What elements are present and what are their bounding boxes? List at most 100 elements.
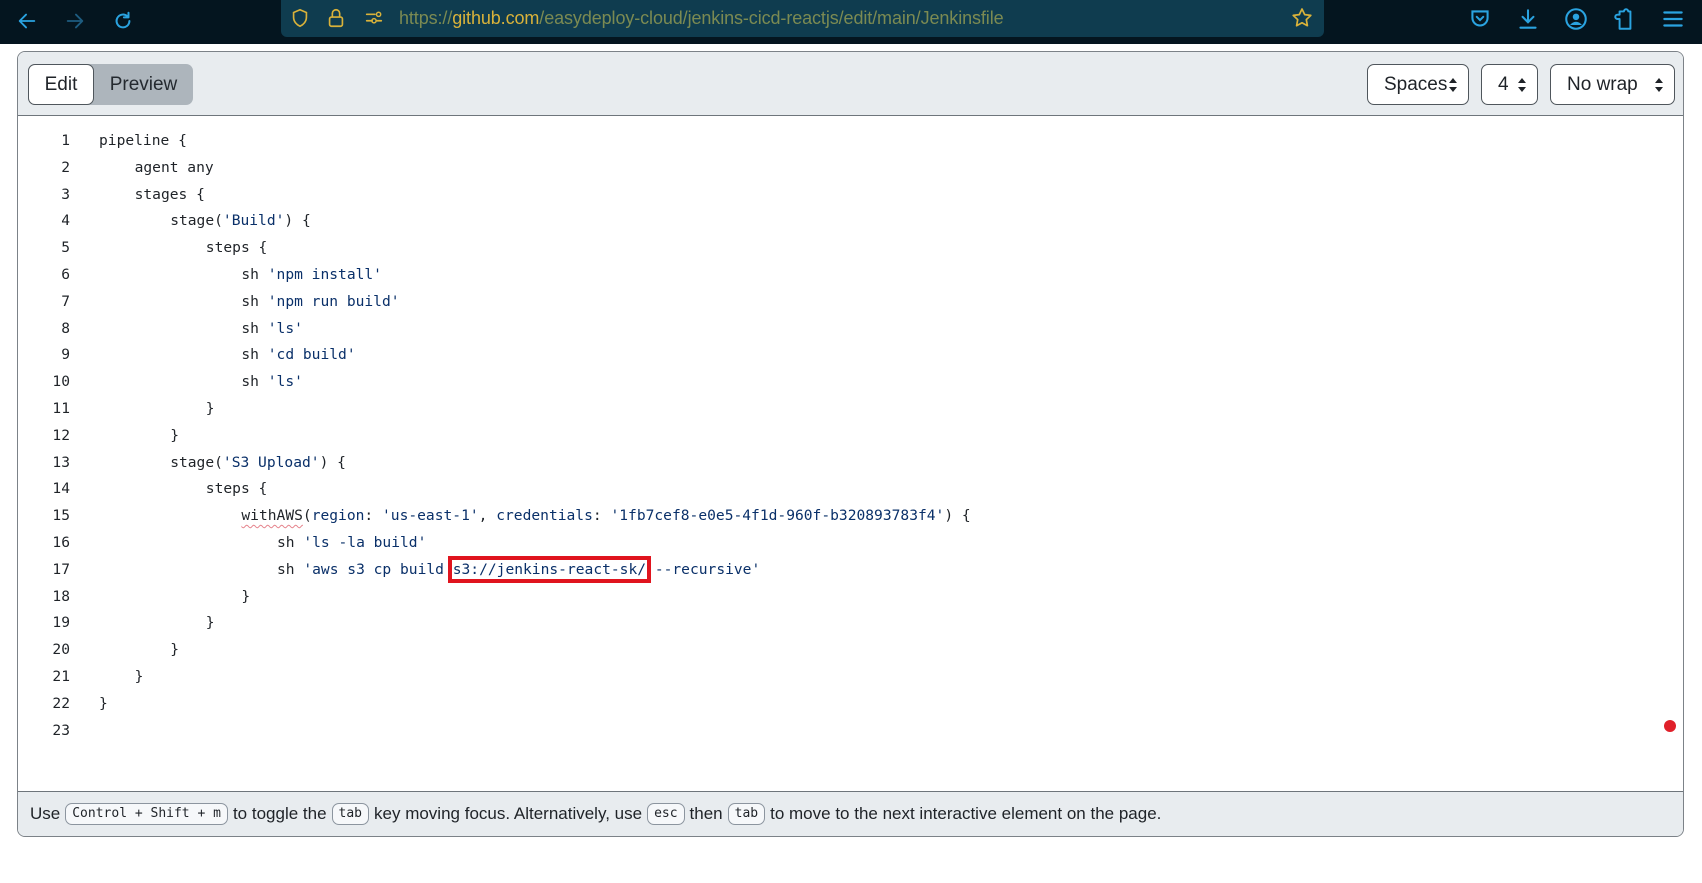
code-line[interactable]: 11} [18,395,1683,422]
code-line[interactable]: 8 sh 'ls' [18,315,1683,342]
code-line[interactable]: 22} [18,690,1683,717]
line-number: 22 [52,694,70,712]
select-caret-icon [1449,78,1457,92]
browser-toolbar: https://github.com/easydeploy-cloud/jenk… [0,0,1702,44]
function-token-with-warning: withAWS [241,507,303,525]
wrap-mode-select[interactable]: No wrap [1550,64,1675,105]
line-code: agent any [135,154,214,181]
code-line[interactable]: 18} [18,583,1683,610]
code-line[interactable]: 10 sh 'ls' [18,368,1683,395]
line-number: 6 [61,266,70,283]
code-line[interactable]: 1 pipeline { [18,127,1683,154]
extensions-icon[interactable] [1612,6,1638,32]
code-line[interactable]: 3 stages { [18,181,1683,208]
pocket-icon[interactable] [1467,6,1493,32]
line-number: 4 [61,212,70,230]
kbd-tab: tab [331,803,370,825]
line-code: pipeline { [99,127,187,154]
code-token: , [478,507,497,525]
line-number: 14 [52,480,70,498]
string-token: 'cd build' [267,346,356,364]
bookmark-star-icon[interactable] [1290,6,1314,30]
tracking-protection-shield-icon[interactable] [289,7,311,29]
back-button[interactable] [12,6,42,36]
indent-size-value: 4 [1498,73,1509,95]
line-code: withAWS(region: 'us-east-1', credentials… [241,502,970,529]
code-line[interactable]: 4 stage('Build') { [18,207,1683,234]
site-permissions-icon[interactable] [363,7,385,29]
code-token: sh [241,346,268,364]
hamburger-menu-icon[interactable] [1660,6,1686,32]
hint-text: to toggle the [232,804,327,823]
line-code: sh 'aws s3 cp build s3://jenkins-react-s… [277,555,761,583]
code-line[interactable]: 23 [18,717,1683,744]
code-token: ) { [944,507,971,525]
tab-edit[interactable]: Edit [28,64,94,105]
download-icon[interactable] [1515,6,1541,32]
hint-text: key moving focus. Alternatively, use [374,804,643,823]
reload-button[interactable] [108,6,138,36]
code-line[interactable]: 21} [18,663,1683,690]
code-token: : [364,507,382,525]
line-number: 7 [61,292,70,310]
string-token: --recursive' [646,560,761,578]
url-text[interactable]: https://github.com/easydeploy-cloud/jenk… [399,8,1004,29]
line-code: stages { [135,181,205,208]
code-line[interactable]: 16 sh 'ls -la build' [18,529,1683,556]
line-code: } [135,663,144,690]
code-line[interactable]: 2 agent any [18,154,1683,181]
lock-icon[interactable] [325,7,347,29]
kbd-tab: tab [727,803,766,825]
string-token: 'npm run build' [267,292,400,310]
address-bar[interactable]: https://github.com/easydeploy-cloud/jenk… [281,0,1324,37]
line-code: } [206,395,215,422]
indent-size-select[interactable]: 4 [1481,64,1538,105]
code-line[interactable]: 14 steps { [18,475,1683,502]
code-token: } [99,694,108,712]
code-editor[interactable]: 1 pipeline {2 agent any 3 stages {4 stage('Bu… [18,116,1683,793]
code-line[interactable]: 19} [18,609,1683,636]
line-code: } [206,609,215,636]
string-token: 'us-east-1' [382,507,479,525]
line-number: 15 [52,507,70,525]
code-line[interactable]: 12} [18,422,1683,449]
code-line[interactable]: 13 stage('S3 Upload') { [18,449,1683,476]
kbd-esc: esc [647,803,685,825]
code-token: sh [241,319,268,337]
line-number: 8 [61,319,70,337]
code-token: } [205,400,215,417]
line-code: } [170,636,179,663]
code-token: agent any [134,158,214,176]
code-line[interactable]: 17 sh 'aws s3 cp build s3://jenkins-react… [18,555,1683,583]
line-number: 12 [52,426,70,444]
code-line[interactable]: 6 sh 'npm install' [18,261,1683,288]
wrap-mode-value: No wrap [1567,73,1638,95]
string-token: 'S3 Upload' [222,453,320,471]
indent-mode-select[interactable]: Spaces [1367,64,1469,105]
editor-header: Preview Edit Spaces 4 No wrap [18,52,1683,116]
editor-keyboard-hint: Use Control + Shift + m to toggle the ta… [18,791,1683,836]
string-token: 'npm install' [267,266,382,283]
account-icon[interactable] [1563,6,1589,32]
code-line[interactable]: 9 sh 'cd build' [18,341,1683,368]
code-line[interactable]: 15 withAWS(region: 'us-east-1', credentia… [18,502,1683,529]
code-token: sh [241,266,268,283]
line-number: 5 [61,239,70,257]
line-code: sh 'npm run build' [241,288,399,315]
parameter-token: credentials [496,507,593,525]
line-number: 1 [61,132,70,149]
url-host: github.com [452,8,540,28]
line-code: steps { [206,234,268,261]
forward-button[interactable] [60,6,90,36]
tab-preview[interactable]: Preview [94,64,193,105]
code-line[interactable]: 7 sh 'npm run build' [18,288,1683,315]
line-number: 21 [52,668,70,685]
string-token: 'ls' [267,373,303,391]
string-token: '1fb7cef8-e0e5-4f1d-960f-b320893783f4' [610,507,945,525]
code-token: steps { [205,480,268,498]
code-line[interactable]: 5 steps { [18,234,1683,261]
forward-arrow-icon [66,13,84,29]
highlighted-s3-bucket-path: s3://jenkins-react-sk/ [447,555,652,583]
code-line[interactable]: 20} [18,636,1683,663]
url-scheme: https:// [399,8,453,28]
